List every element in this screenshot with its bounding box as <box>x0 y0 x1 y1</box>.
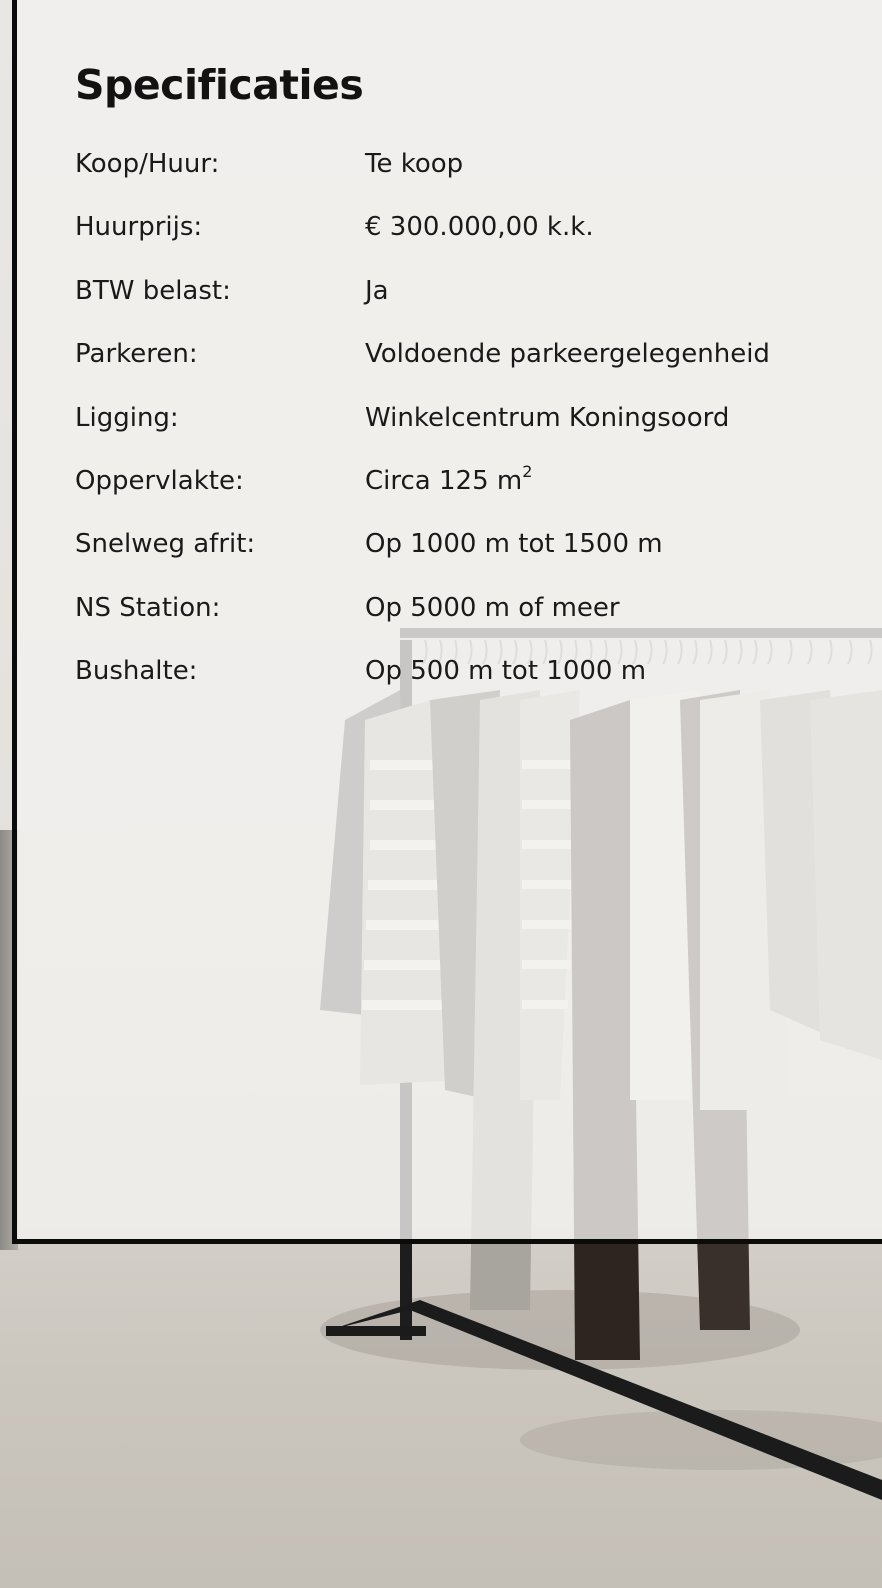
page-scene: Specificaties Koop/Huur: Te koop Huurpri… <box>0 0 882 1588</box>
superscript-unit: 2 <box>522 461 533 481</box>
spec-label: BTW belast: <box>75 275 231 306</box>
spec-value: Op 5000 m of meer <box>365 592 620 623</box>
spec-row-parkeren: Parkeren: Voldoende parkeergelegenheid <box>75 339 865 402</box>
spec-row-koop-huur: Koop/Huur: Te koop <box>75 149 865 212</box>
spec-value: Op 1000 m tot 1500 m <box>365 529 663 560</box>
spec-label: Snelweg afrit: <box>75 529 256 560</box>
spec-value: Te koop <box>365 149 464 179</box>
page-title: Specificaties <box>75 61 364 109</box>
spec-label: Ligging: <box>75 402 179 433</box>
spec-row-snelweg-afrit: Snelweg afrit: Op 1000 m tot 1500 m <box>75 529 865 592</box>
spec-row-ns-station: NS Station: Op 5000 m of meer <box>75 593 865 656</box>
specifications-card: Specificaties Koop/Huur: Te koop Huurpri… <box>12 0 882 1244</box>
spec-label: Parkeren: <box>75 339 198 370</box>
spec-value-area: Circa 125 m2 <box>365 463 865 496</box>
specifications-list: Koop/Huur: Te koop Huurprijs: € 300.000,… <box>75 149 865 720</box>
spec-row-ligging: Ligging: Winkelcentrum Koningsoord <box>75 403 865 466</box>
spec-row-oppervlakte: Oppervlakte: Circa 125 m2 <box>75 463 865 529</box>
spec-row-btw-belast: BTW belast: Ja <box>75 276 865 339</box>
spec-value: Op 500 m tot 1000 m <box>365 656 647 687</box>
spec-value-text: Circa 125 m <box>365 465 523 496</box>
spec-label: Bushalte: <box>75 656 198 687</box>
spec-row-huurprijs: Huurprijs: € 300.000,00 k.k. <box>75 212 865 275</box>
spec-label: NS Station: <box>75 592 221 623</box>
spec-label: Koop/Huur: <box>75 149 220 179</box>
spec-value: € 300.000,00 k.k. <box>365 212 594 243</box>
spec-label: Huurprijs: <box>75 212 203 243</box>
spec-value: Ja <box>365 275 389 306</box>
spec-label: Oppervlakte: <box>75 465 244 496</box>
spec-value: Voldoende parkeergelegenheid <box>365 339 770 370</box>
spec-value: Winkelcentrum Koningsoord <box>365 402 730 433</box>
spec-row-bushalte: Bushalte: Op 500 m tot 1000 m <box>75 656 865 719</box>
